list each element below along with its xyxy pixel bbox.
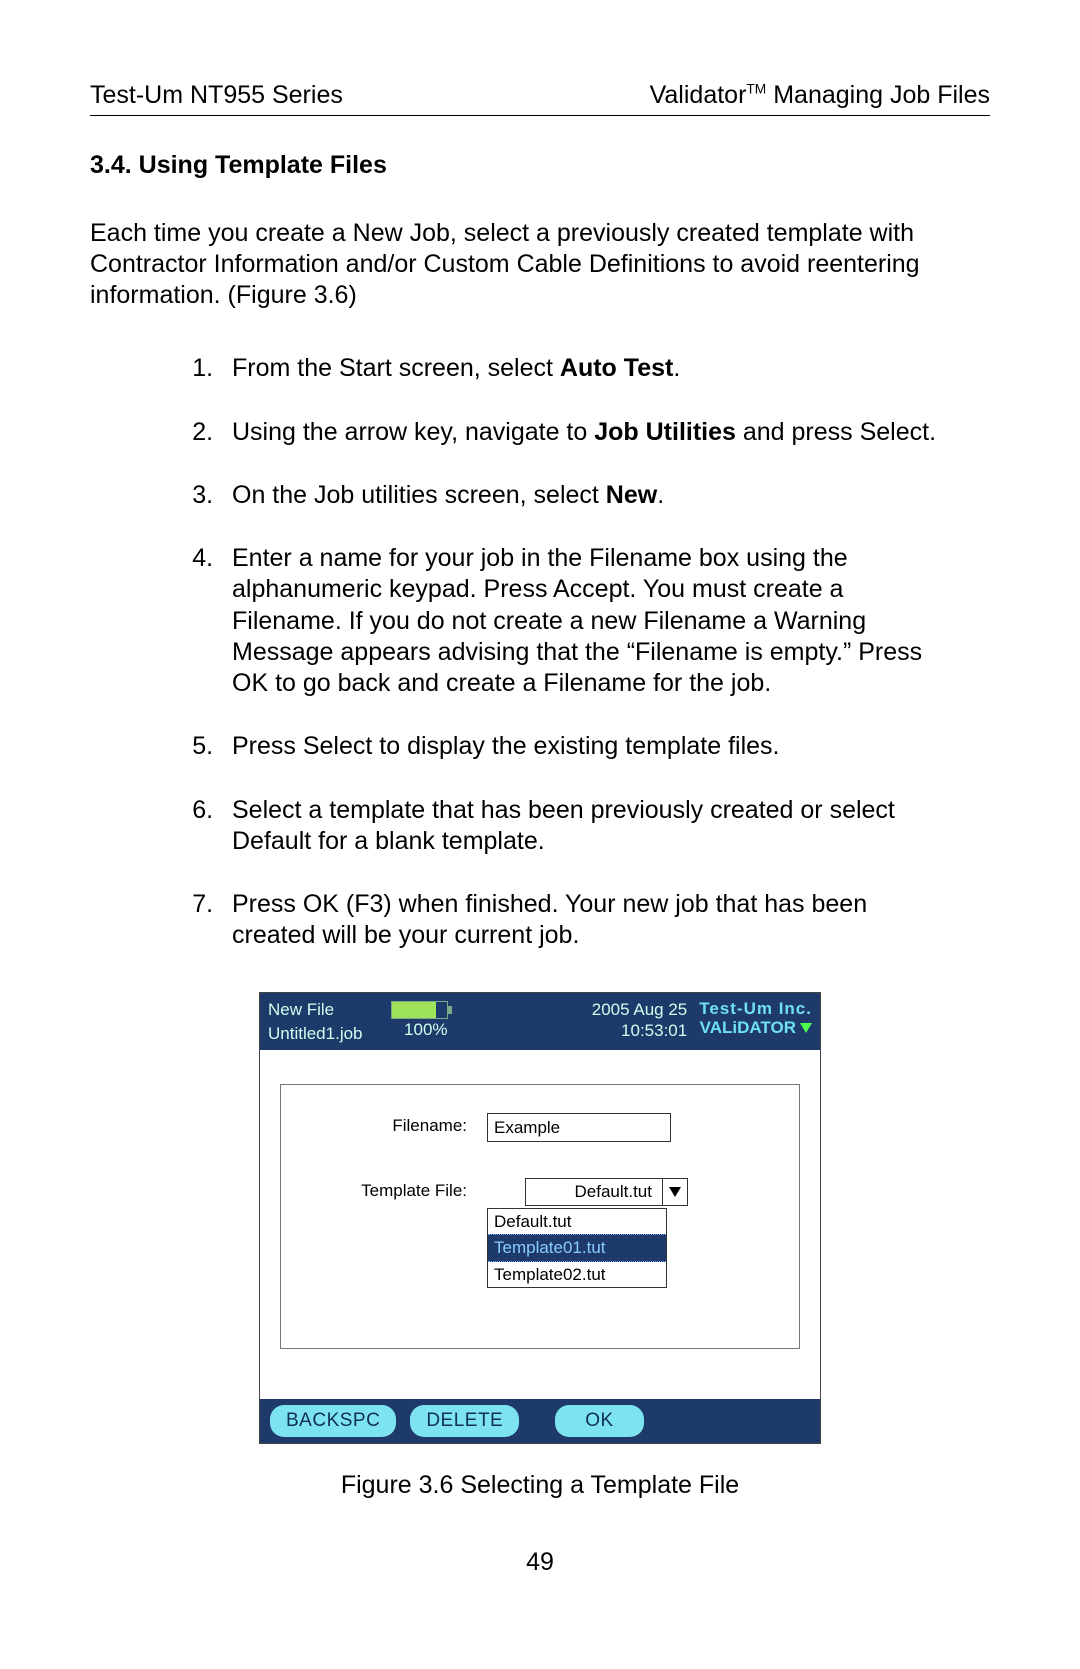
header-tm: TM xyxy=(746,82,766,97)
step-3: On the Job utilities screen, select New. xyxy=(220,480,950,511)
form-area: Filename: Example Template File: Default… xyxy=(280,1084,800,1349)
template-option-selected[interactable]: Template01.tut xyxy=(488,1234,666,1261)
step-5: Press Select to display the existing tem… xyxy=(220,731,950,762)
step-text: From the Start screen, select xyxy=(232,354,560,382)
softkey-bar: BACKSPC DELETE OK xyxy=(260,1399,820,1443)
step-text: and press Select. xyxy=(736,418,936,446)
header-right: ValidatorTM Managing Job Files xyxy=(650,80,990,111)
figure-caption: Figure 3.6 Selecting a Template File xyxy=(90,1470,990,1501)
battery-icon xyxy=(391,1001,448,1019)
step-6: Select a template that has been previous… xyxy=(220,795,950,858)
step-bold: Auto Test xyxy=(560,354,673,382)
battery-percent: 100% xyxy=(404,1019,447,1040)
brand-product: VALiDATOR xyxy=(700,1018,796,1038)
section-title: 3.4. Using Template Files xyxy=(90,150,990,181)
filename-label: Filename: xyxy=(297,1113,487,1136)
softkey-ok[interactable]: OK xyxy=(555,1405,643,1437)
filename-input[interactable]: Example xyxy=(487,1113,671,1142)
template-label: Template File: xyxy=(297,1178,487,1201)
brand-company: Test-Um Inc. xyxy=(699,999,812,1019)
device-body: Filename: Example Template File: Default… xyxy=(260,1050,820,1399)
device-date: 2005 Aug 25 xyxy=(456,999,688,1020)
page-number: 49 xyxy=(90,1547,990,1578)
step-bold: New xyxy=(606,481,657,509)
device-screenshot: New File Untitled1.job 100% 2005 Aug 25 … xyxy=(259,992,821,1444)
step-4: Enter a name for your job in the Filenam… xyxy=(220,543,950,699)
template-option[interactable]: Default.tut xyxy=(488,1209,666,1234)
softkey-backspc[interactable]: BACKSPC xyxy=(270,1405,396,1437)
header-left: Test-Um NT955 Series xyxy=(90,80,343,111)
header-product: Validator xyxy=(650,81,747,109)
template-option-list: Default.tut Template01.tut Template02.tu… xyxy=(487,1208,667,1288)
logo-triangle-icon xyxy=(800,1023,812,1033)
device-screen-title: New File xyxy=(268,999,363,1020)
template-select-value: Default.tut xyxy=(525,1178,662,1206)
device-jobfile: Untitled1.job xyxy=(268,1023,363,1044)
steps-list: From the Start screen, select Auto Test.… xyxy=(90,353,950,951)
dropdown-button[interactable] xyxy=(662,1178,688,1206)
header-suffix: Managing Job Files xyxy=(766,81,990,109)
step-text: . xyxy=(673,354,680,382)
step-bold: Job Utilities xyxy=(594,418,736,446)
step-text: Using the arrow key, navigate to xyxy=(232,418,594,446)
device-time: 10:53:01 xyxy=(456,1020,688,1041)
template-option[interactable]: Template02.tut xyxy=(488,1262,666,1287)
step-1: From the Start screen, select Auto Test. xyxy=(220,353,950,384)
device-header: New File Untitled1.job 100% 2005 Aug 25 … xyxy=(260,993,820,1051)
step-text: On the Job utilities screen, select xyxy=(232,481,606,509)
softkey-delete[interactable]: DELETE xyxy=(410,1405,519,1437)
step-text: . xyxy=(657,481,664,509)
template-select[interactable]: Default.tut xyxy=(525,1178,688,1206)
step-7: Press OK (F3) when finished. Your new jo… xyxy=(220,889,950,952)
intro-paragraph: Each time you create a New Job, select a… xyxy=(90,218,990,312)
chevron-down-icon xyxy=(669,1187,681,1197)
step-2: Using the arrow key, navigate to Job Uti… xyxy=(220,417,950,448)
